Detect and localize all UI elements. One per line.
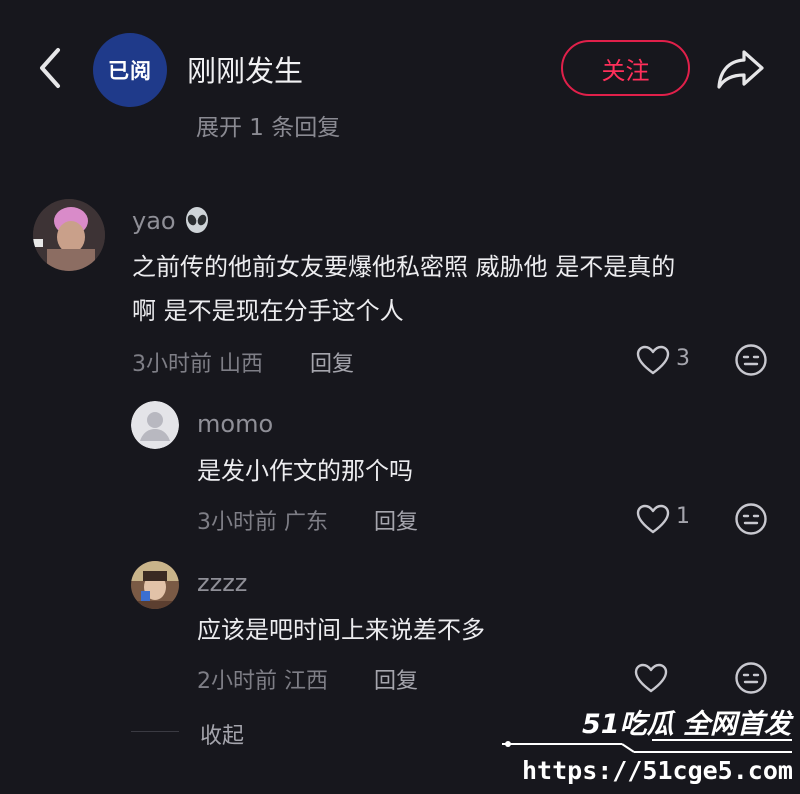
comment-meta: 3小时前 山西 <box>132 352 264 377</box>
avatar[interactable] <box>131 401 179 449</box>
reply-button[interactable]: 回复 <box>374 504 418 536</box>
share-icon[interactable] <box>714 44 766 92</box>
heart-icon[interactable] <box>636 345 670 375</box>
emoji-face-icon[interactable] <box>734 661 768 695</box>
follow-button[interactable]: 关注 <box>561 40 690 96</box>
account-name[interactable]: 刚刚发生 <box>187 48 303 90</box>
comment-text: 应该是吧时间上来说差不多 <box>197 616 485 644</box>
account-avatar[interactable]: 已阅 <box>93 33 167 107</box>
comment-text: 是发小作文的那个吗 <box>197 457 413 485</box>
watermark-url: https://51cge5.com <box>522 756 793 785</box>
back-icon[interactable] <box>32 44 68 92</box>
avatar-photo <box>131 561 179 609</box>
reply-button[interactable]: 回复 <box>310 346 354 378</box>
top-bar: 已阅 刚刚发生 关注 <box>0 0 800 140</box>
expand-replies-link[interactable]: 展开 1 条回复 <box>196 108 340 138</box>
comment-meta: 2小时前 江西 <box>197 669 329 694</box>
heart-icon[interactable] <box>636 504 670 534</box>
collapse-replies-button[interactable]: 收起 <box>200 718 244 750</box>
reply-button[interactable]: 回复 <box>374 663 418 695</box>
comment-text: 之前传的他前女友要爆他私密照 威胁他 是不是真的 啊 是不是现在分手这个人 <box>132 253 676 325</box>
comment-username[interactable]: yao <box>132 206 211 235</box>
comment-username[interactable]: zzzz <box>197 569 247 597</box>
default-avatar-icon <box>131 401 179 449</box>
emoji-face-icon[interactable] <box>734 502 768 536</box>
alien-emoji <box>183 206 211 234</box>
emoji-face-icon[interactable] <box>734 343 768 377</box>
heart-icon[interactable] <box>634 663 668 693</box>
like-count: 1 <box>676 504 690 529</box>
avatar[interactable] <box>33 199 105 271</box>
comment-username[interactable]: momo <box>197 410 273 438</box>
avatar[interactable] <box>131 561 179 609</box>
avatar-photo <box>33 199 105 271</box>
account-avatar-text: 已阅 <box>108 59 152 83</box>
comment-meta: 3小时前 广东 <box>197 510 329 535</box>
like-count: 3 <box>676 346 690 371</box>
divider <box>131 731 179 732</box>
watermark-circuit-decoration <box>502 739 792 753</box>
